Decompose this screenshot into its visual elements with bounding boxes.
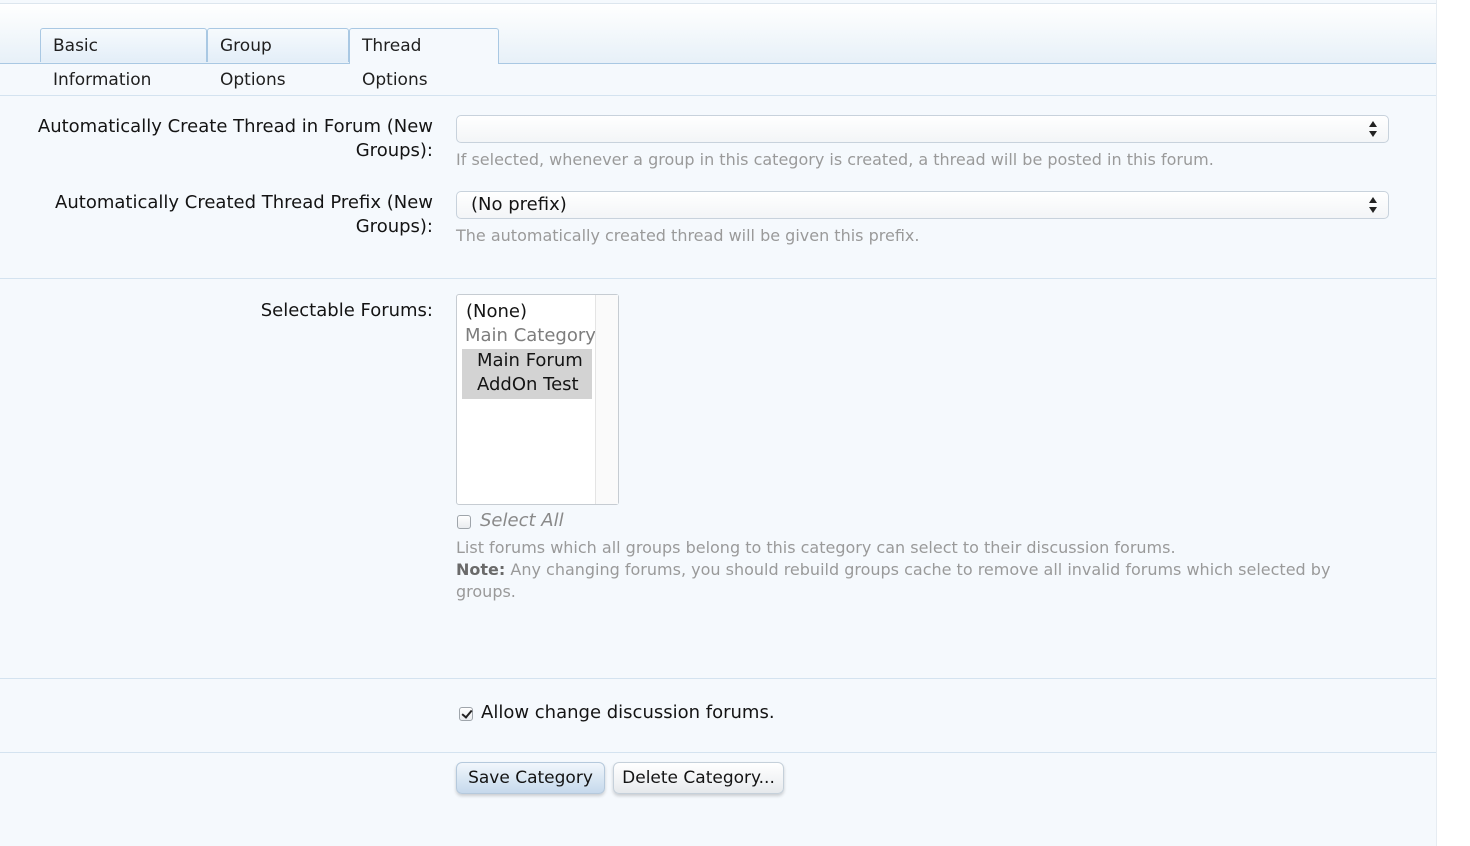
label-line: Automatically Created Thread Prefix (New [55, 192, 433, 213]
selectable-forums-note: Note: Any changing forums, you should re… [456, 559, 1356, 581]
selectable-forums-hint: List forums which all groups belong to t… [456, 538, 1176, 557]
selectable-forums-note-cont: groups. [456, 582, 516, 601]
section-divider [0, 752, 1436, 753]
forum-option-main-forum[interactable]: Main Forum [462, 349, 592, 373]
section-divider [0, 678, 1436, 679]
note-text: Any changing forums, you should rebuild … [510, 560, 1331, 579]
selectable-forums-listbox[interactable]: (None) Main Category Main Forum AddOn Te… [456, 294, 619, 505]
selectable-forums-label: Selectable Forums: [260, 300, 433, 321]
select-all-label[interactable]: Select All [480, 509, 564, 533]
auto-thread-forum-select[interactable] [456, 115, 1389, 143]
auto-thread-forum-label: Automatically Create Thread in Forum (Ne… [20, 115, 433, 163]
tab-basic-information[interactable]: Basic Information [40, 28, 207, 90]
section-divider [0, 278, 1436, 279]
forum-option-addon-test[interactable]: AddOn Test [462, 373, 592, 399]
auto-thread-forum-hint: If selected, whenever a group in this ca… [456, 150, 1214, 169]
select-all-checkbox[interactable] [457, 515, 471, 529]
tab-group-options[interactable]: Group Options [207, 28, 349, 90]
listbox-scrollbar[interactable] [595, 295, 618, 504]
select-arrows-icon [1369, 197, 1377, 213]
forum-optgroup-main-category: Main Category [465, 325, 596, 346]
allow-change-label[interactable]: Allow change discussion forums. [481, 701, 775, 725]
allow-change-checkbox[interactable] [459, 707, 473, 721]
delete-category-button[interactable]: Delete Category... [613, 762, 784, 794]
section-divider [0, 95, 1436, 96]
auto-thread-prefix-select[interactable]: (No prefix) [456, 191, 1389, 219]
label-line: Automatically Create Thread in Forum (Ne… [37, 116, 433, 137]
page-body: Basic Information Group Options Thread O… [0, 0, 1436, 846]
label-line: Groups): [355, 216, 433, 237]
select-value: (No prefix) [471, 194, 567, 215]
auto-thread-prefix-hint: The automatically created thread will be… [456, 226, 920, 245]
label-line: Groups): [355, 140, 433, 161]
forum-option-none[interactable]: (None) [466, 300, 527, 324]
auto-thread-prefix-label: Automatically Created Thread Prefix (New… [20, 191, 433, 239]
window-edge [1436, 0, 1470, 846]
select-arrows-icon [1369, 121, 1377, 137]
note-label: Note: [456, 560, 506, 579]
tab-thread-options[interactable]: Thread Options [349, 28, 499, 90]
tab-bar: Basic Information Group Options Thread O… [0, 4, 1436, 90]
save-category-button[interactable]: Save Category [456, 762, 605, 794]
